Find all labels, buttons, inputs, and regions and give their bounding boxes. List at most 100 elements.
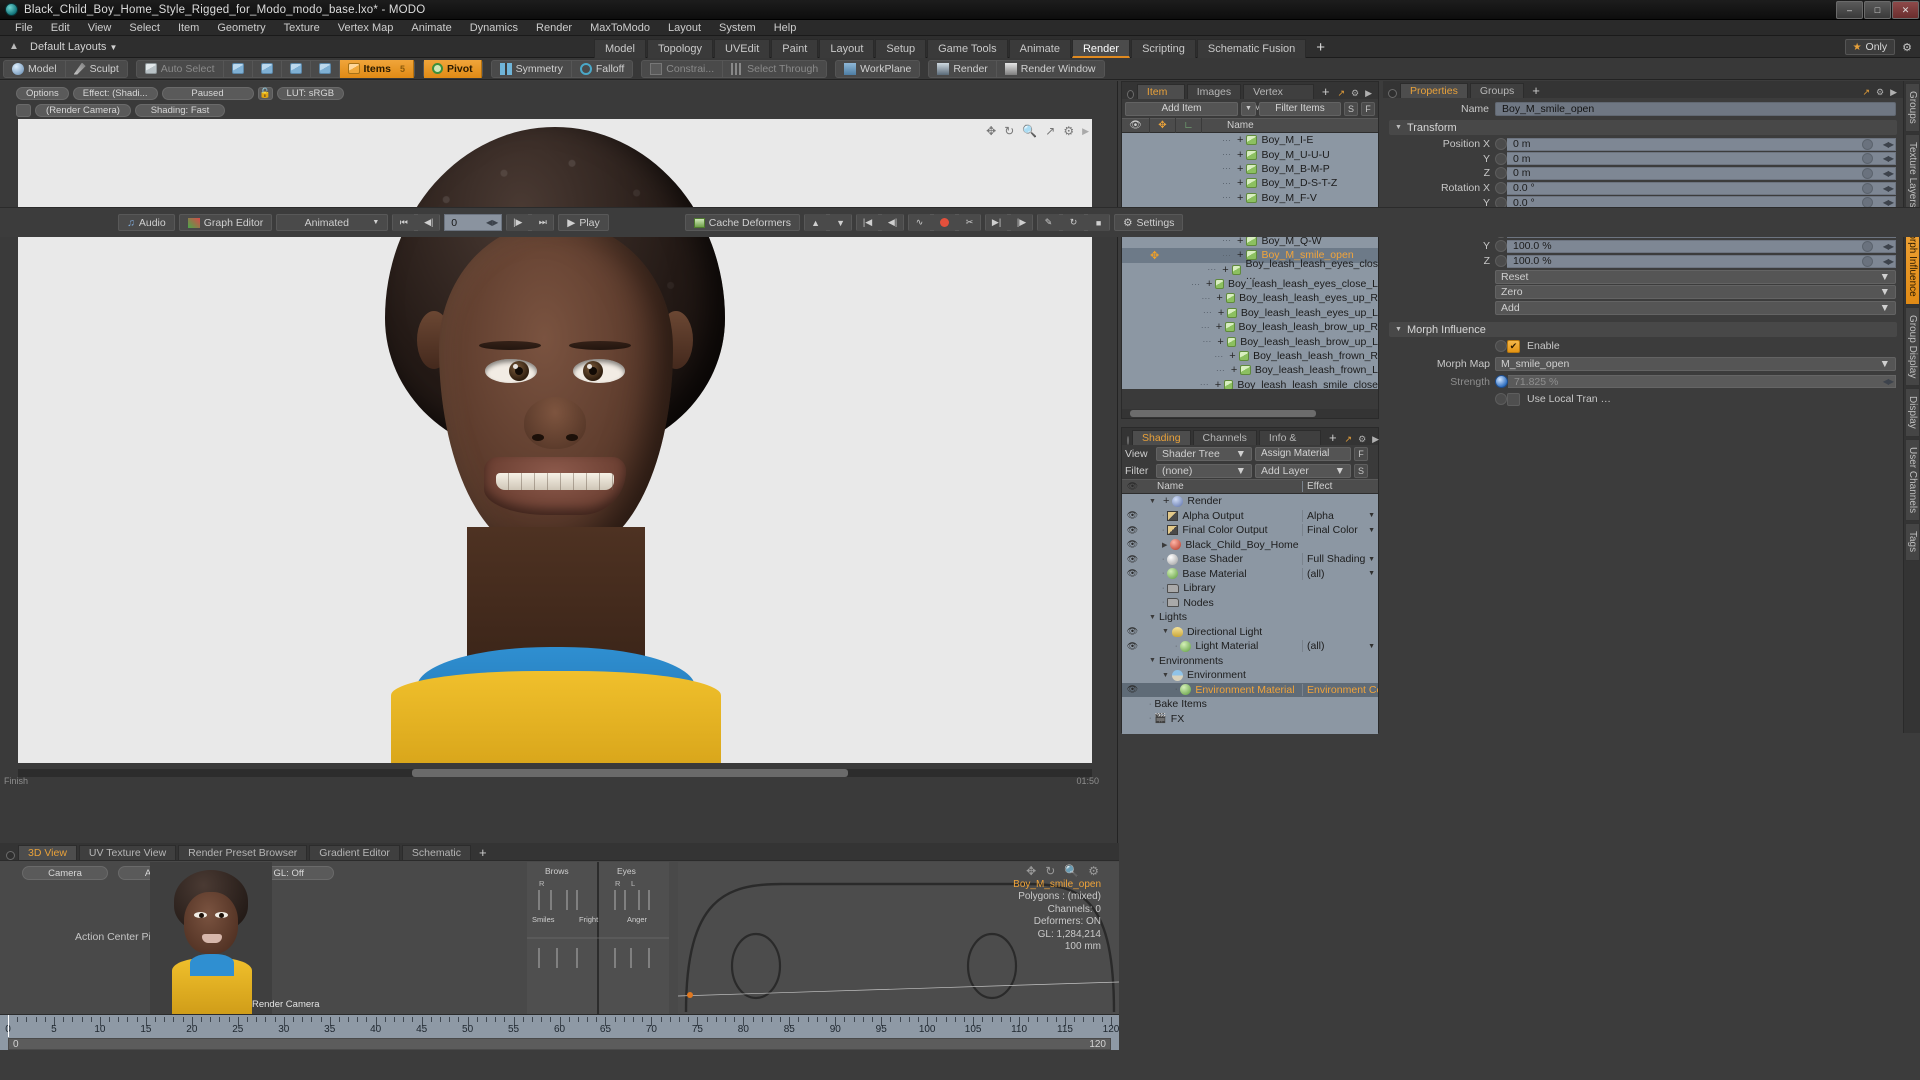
add-icon[interactable]: +	[1163, 495, 1169, 507]
mode-sculpt-button[interactable]: Sculpt	[66, 60, 127, 78]
expand-icon[interactable]: +	[1217, 336, 1223, 348]
viewport-paused-button[interactable]: Paused	[162, 87, 254, 100]
shading-f-button[interactable]: F	[1354, 447, 1368, 461]
shading-tab-info-statistics[interactable]: Info & Statistics	[1259, 430, 1321, 445]
expand-icon[interactable]: +	[1229, 350, 1235, 362]
panel-menu-icon[interactable]	[1127, 90, 1134, 99]
shader-row-name-cell[interactable]: ·Base Material	[1143, 568, 1302, 580]
layout-tab-paint[interactable]: Paint	[771, 39, 818, 58]
item-list-row[interactable]: ⋯+Boy_leash_leash_eyes_clos …	[1122, 263, 1378, 277]
curve-key-icon[interactable]: ∿	[909, 214, 930, 231]
menu-render[interactable]: Render	[527, 20, 581, 36]
shader-row-name-cell[interactable]: ▼Directional Light	[1143, 626, 1302, 638]
field-animate-dot[interactable]	[1862, 153, 1873, 164]
expand-icon[interactable]: ↗	[1345, 434, 1353, 445]
bottom-tab-3d-view[interactable]: 3D View	[18, 845, 77, 860]
menu-animate[interactable]: Animate	[402, 20, 460, 36]
field-animate-dot[interactable]	[1862, 139, 1873, 150]
row-visibility-toggle[interactable]: 👁	[1122, 684, 1143, 695]
prev-key-2-icon[interactable]: ◀|	[882, 214, 903, 231]
layout-tab-uvedit[interactable]: UVEdit	[714, 39, 770, 58]
next-key-icon[interactable]: ▶|	[986, 214, 1007, 231]
row-pivot-cell[interactable]: ✥	[1150, 249, 1176, 262]
rotate-icon[interactable]: ↻	[1004, 124, 1014, 138]
channel-dot[interactable]	[1495, 153, 1507, 165]
expand-icon[interactable]: +	[1206, 278, 1212, 290]
menu-select[interactable]: Select	[120, 20, 169, 36]
maximize-button[interactable]: □	[1864, 1, 1891, 19]
panel-arrow-icon[interactable]: ▶	[1890, 87, 1897, 98]
close-button[interactable]: ✕	[1892, 1, 1919, 19]
menu-layout[interactable]: Layout	[659, 20, 710, 36]
item-list-row[interactable]: ⋯+Boy_leash_leash_brow_up_R	[1122, 320, 1378, 334]
field-spinner-icon[interactable]: ◀▶	[1883, 242, 1893, 251]
expand-icon[interactable]: ↗	[1862, 87, 1870, 98]
mode-model-button[interactable]: Model	[4, 60, 66, 78]
auto-select-button[interactable]: Auto Select	[137, 60, 224, 78]
menu-view[interactable]: View	[79, 20, 121, 36]
shader-tree-row[interactable]: 👁·Light Material(all)▼	[1122, 639, 1378, 654]
use-local-checkbox[interactable]	[1507, 393, 1520, 406]
viewport-scrollbar[interactable]	[18, 769, 1092, 777]
expand-icon[interactable]: ▼	[1162, 672, 1169, 679]
render-viewport[interactable]: Options Effect: (Shadi... Paused 🔓 LUT: …	[0, 81, 1118, 843]
go-to-start-icon[interactable]: ⏮	[393, 214, 414, 231]
shader-row-name-cell[interactable]: ·Light Material	[1143, 640, 1302, 652]
channel-dot[interactable]	[1495, 182, 1507, 194]
transform-field-input[interactable]: 0.0 °◀▶	[1507, 182, 1896, 195]
render-camera-button[interactable]: (Render Camera)	[35, 104, 131, 117]
expand-icon[interactable]: ▼	[1149, 657, 1156, 664]
shading-filter-dropdown[interactable]: (none)▼	[1156, 464, 1252, 478]
row-visibility-toggle[interactable]: 👁	[1122, 510, 1143, 521]
shader-tree-row[interactable]: 👁·Alpha OutputAlpha▼	[1122, 509, 1378, 524]
menu-file[interactable]: File	[6, 20, 42, 36]
expand-icon[interactable]: +	[1237, 134, 1243, 146]
field-animate-dot[interactable]	[1862, 168, 1873, 179]
shader-row-effect-cell[interactable]: (all)▼	[1302, 640, 1378, 652]
transform-field-input[interactable]: 0 m◀▶	[1507, 167, 1896, 180]
gear-icon[interactable]: ⚙	[1351, 88, 1359, 99]
shader-row-effect-cell[interactable]: Final Color▼	[1302, 524, 1378, 536]
chevron-down-icon[interactable]: ▼	[1368, 643, 1375, 650]
timeline-range-bar[interactable]: 0 120	[8, 1038, 1111, 1050]
channel-dot[interactable]	[1495, 167, 1507, 179]
go-to-end-icon[interactable]: ⏭	[532, 214, 553, 231]
assign-material-button[interactable]: Assign Material	[1255, 447, 1351, 461]
panel-menu-icon[interactable]	[1127, 436, 1129, 445]
panel-arrow-icon[interactable]: ▶	[1365, 88, 1372, 99]
viewport-menu-icon[interactable]	[16, 104, 31, 117]
shader-row-effect-cell[interactable]: Alpha▼	[1302, 510, 1378, 522]
field-animate-dot[interactable]	[1862, 256, 1873, 267]
vtab-display[interactable]: Display	[1905, 388, 1920, 437]
eye-icon[interactable]: 👁	[1122, 481, 1143, 492]
select-vertices-button[interactable]	[224, 60, 253, 78]
shader-row-effect-cell[interactable]: (all)▼	[1302, 568, 1378, 580]
add-item-dropdown-icon[interactable]: ▼	[1241, 102, 1256, 116]
fit-icon[interactable]: ↗	[1045, 124, 1055, 138]
row-visibility-toggle[interactable]: 👁	[1122, 539, 1143, 550]
move-icon[interactable]: ✥	[1026, 864, 1036, 878]
layout-tab-render[interactable]: Render	[1072, 39, 1130, 58]
last-key-icon[interactable]: |▶	[1011, 214, 1032, 231]
step-forward-icon[interactable]: |▶	[507, 214, 528, 231]
field-spinner-icon[interactable]: ◀▶	[1883, 169, 1893, 178]
expand-icon[interactable]: +	[1218, 307, 1224, 319]
item-list-row[interactable]: ⋯+Boy_M_D-S-T-Z	[1122, 176, 1378, 190]
item-name-field[interactable]: Boy_M_smile_open	[1495, 102, 1896, 116]
shader-tree-rows[interactable]: ▼+Render👁·Alpha OutputAlpha▼👁·Final Colo…	[1122, 494, 1378, 734]
shading-add-tab-button[interactable]: +	[1323, 430, 1343, 445]
chevron-down-icon[interactable]: ▼	[1368, 512, 1375, 519]
render-window-button[interactable]: Render Window	[997, 60, 1104, 78]
menu-edit[interactable]: Edit	[42, 20, 79, 36]
vtab-groups[interactable]: Groups	[1905, 83, 1920, 132]
row-visibility-toggle[interactable]: 👁	[1122, 554, 1143, 565]
expand-icon[interactable]: +	[1237, 192, 1243, 204]
key-down-icon[interactable]: ▼	[830, 214, 851, 231]
shader-row-name-cell[interactable]: ▶Black_Child_Boy_Home …	[1143, 539, 1302, 551]
menu-dynamics[interactable]: Dynamics	[461, 20, 527, 36]
prev-key-icon[interactable]: |◀	[857, 214, 878, 231]
expand-icon[interactable]: ↗	[1337, 88, 1345, 99]
eye-icon[interactable]: 👁	[1122, 118, 1150, 133]
expand-icon[interactable]: +	[1216, 292, 1222, 304]
item-list-hscrollbar-thumb[interactable]	[1130, 410, 1316, 417]
